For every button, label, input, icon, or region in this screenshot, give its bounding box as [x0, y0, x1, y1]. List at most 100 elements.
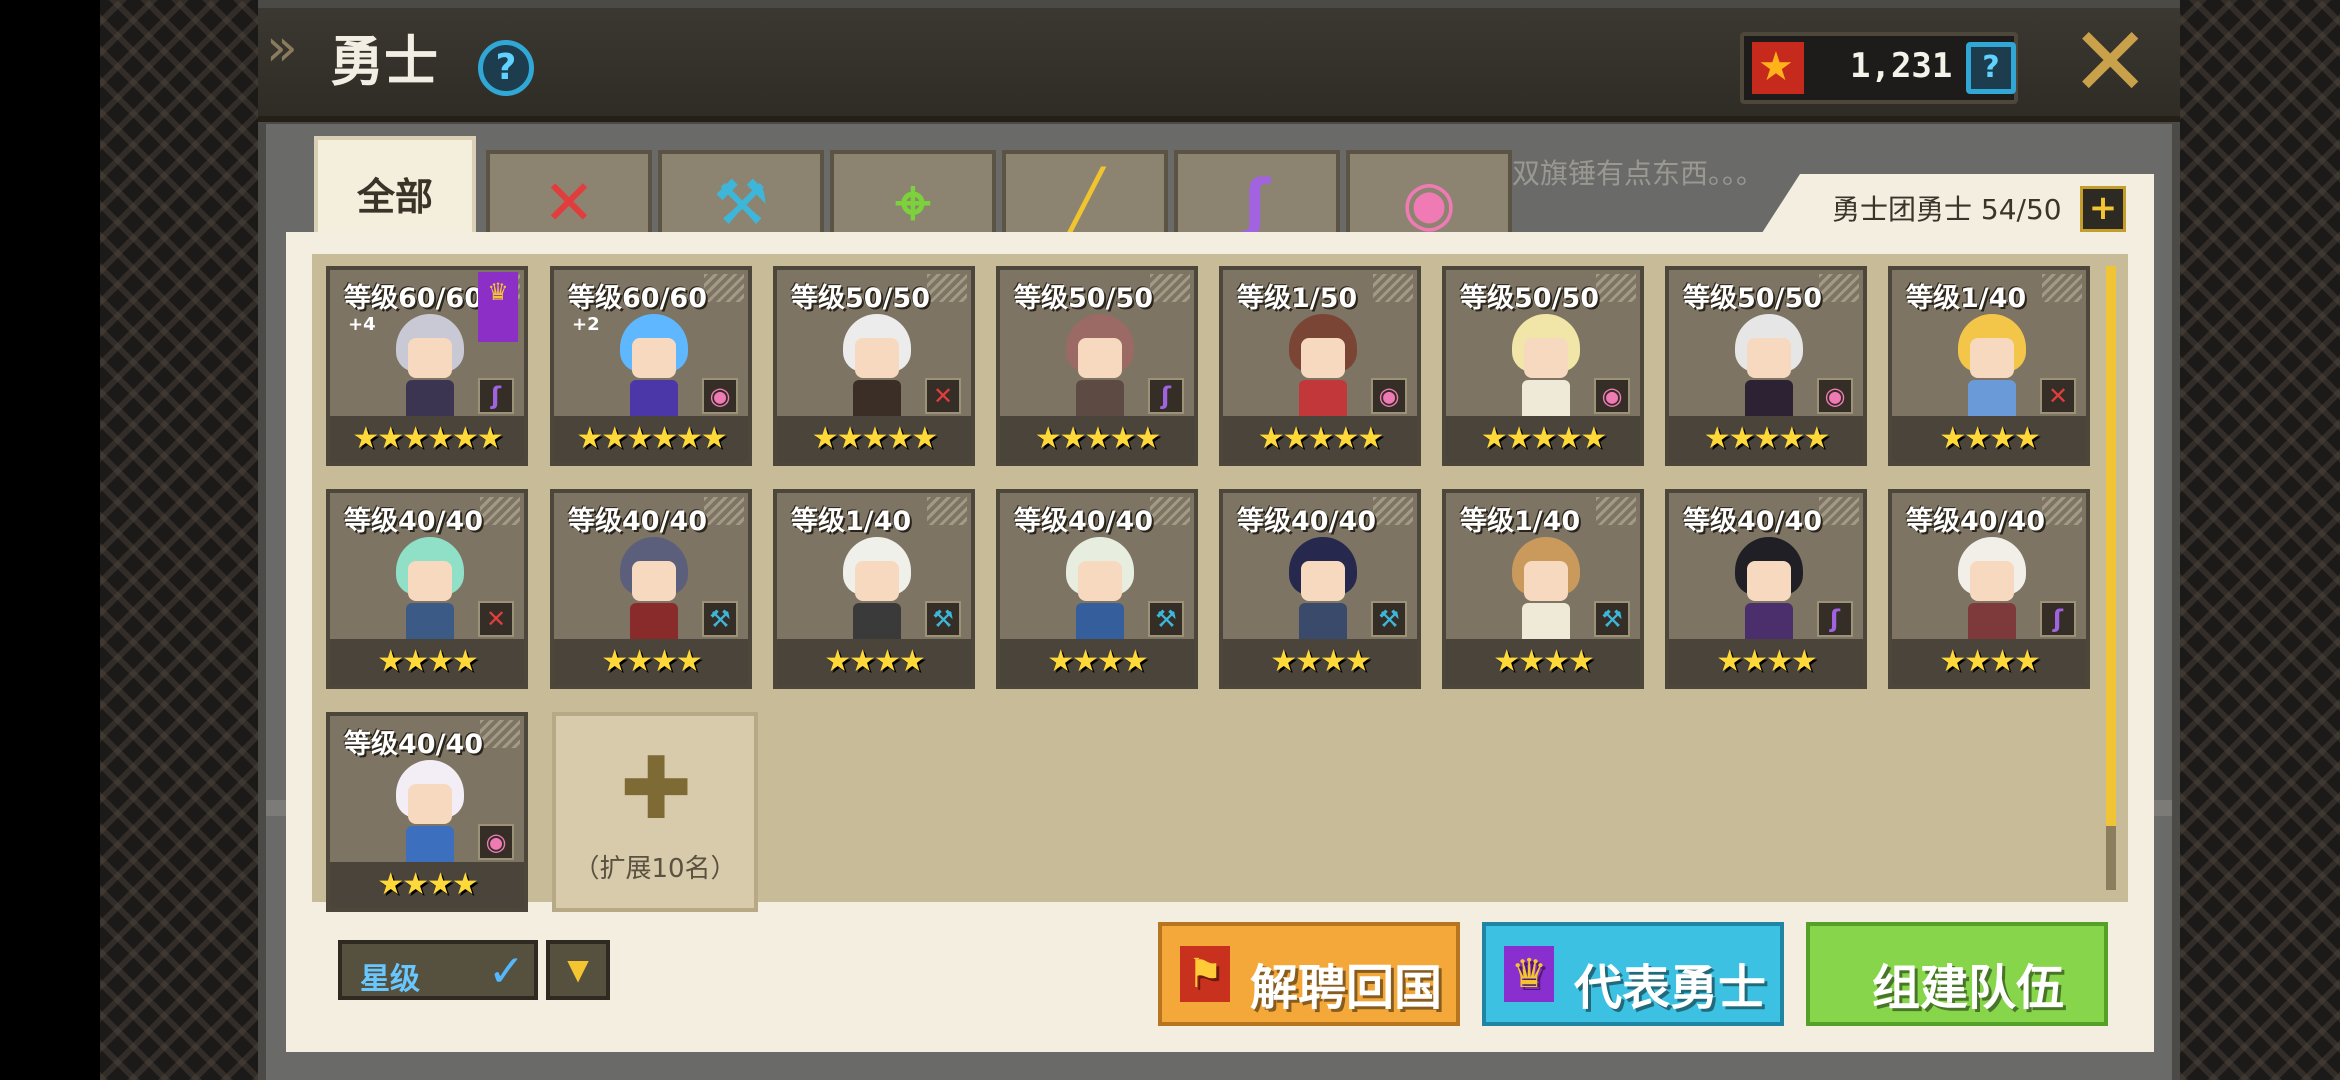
hero-card[interactable]: 等级1/40 ⚒ ★★★★: [773, 489, 975, 689]
hero-card[interactable]: 等级60/60 +2 ◉ ★★★★★★: [550, 266, 752, 466]
hero-card[interactable]: 等级40/40 ⚒ ★★★★: [996, 489, 1198, 689]
card-corner-decor: [2042, 274, 2082, 302]
hero-card[interactable]: 等级50/50 ✕ ★★★★★: [773, 266, 975, 466]
hero-card[interactable]: 等级40/40 ◉ ★★★★: [326, 712, 528, 912]
hero-card[interactable]: 等级1/40 ⚒ ★★★★: [1442, 489, 1644, 689]
hero-portrait: [390, 760, 470, 872]
card-corner-decor: [1819, 497, 1859, 525]
weapon-type-icon: ◉: [1594, 378, 1630, 414]
weapon-type-icon: ✕: [2040, 378, 2076, 414]
tab-staff[interactable]: ʃ: [1174, 150, 1340, 240]
hero-stars: ★★★★★★: [554, 416, 748, 462]
expand-slot-button[interactable]: ✚ （扩展10名）: [552, 712, 758, 912]
hero-level: 等级1/50: [1237, 283, 1358, 314]
tab-hammer[interactable]: ⚒: [658, 150, 824, 240]
left-decor: [100, 0, 260, 1080]
team-button[interactable]: 组建队伍: [1806, 922, 2108, 1026]
hero-level: 等级1/40: [1906, 283, 2027, 314]
hero-level: 等级40/40: [568, 506, 708, 537]
sort-select[interactable]: 星级 ✓: [338, 940, 538, 1000]
hero-portrait: [1729, 314, 1809, 426]
hero-stars: ★★★★: [1000, 639, 1194, 685]
dismiss-button[interactable]: ⚑ 解聘回国: [1158, 922, 1460, 1026]
weapon-type-icon: ʃ: [1148, 378, 1184, 414]
hero-card[interactable]: 等级60/60 +4 ♛ ʃ ★★★★★★: [326, 266, 528, 466]
weapon-type-icon: ʃ: [478, 378, 514, 414]
hero-level: 等级50/50: [1460, 283, 1600, 314]
weapon-type-icon: ◉: [1817, 378, 1853, 414]
hero-card[interactable]: 等级40/40 ʃ ★★★★: [1888, 489, 2090, 689]
expand-roster-button[interactable]: +: [2080, 186, 2126, 232]
team-label: 组建队伍: [1872, 960, 2065, 1016]
hero-stars: ★★★★: [330, 862, 524, 908]
gun-icon: ╱: [1066, 166, 1104, 239]
close-button[interactable]: ✕: [2070, 14, 2150, 110]
card-corner-decor: [1596, 497, 1636, 525]
hero-card[interactable]: 等级40/40 ʃ ★★★★: [1665, 489, 1867, 689]
hero-portrait: [837, 314, 917, 426]
bow-icon: ⌖: [895, 166, 931, 239]
hero-portrait: [1060, 314, 1140, 426]
hero-stars: ★★★★: [554, 639, 748, 685]
weapon-type-icon: ⚒: [925, 601, 961, 637]
hero-card[interactable]: 等级1/40 ✕ ★★★★: [1888, 266, 2090, 466]
hero-stars: ★★★★: [1669, 639, 1863, 685]
hero-card[interactable]: 等级40/40 ⚒ ★★★★: [550, 489, 752, 689]
hammer-icon: ⚒: [713, 166, 769, 239]
hero-level: 等级1/40: [1460, 506, 1581, 537]
representative-label: 代表勇士: [1574, 960, 1767, 1016]
header-arrow-icon: »: [266, 18, 298, 78]
hero-card[interactable]: 等级50/50 ʃ ★★★★★: [996, 266, 1198, 466]
scrollbar-thumb[interactable]: [2106, 266, 2116, 826]
tab-gun[interactable]: ╱: [1002, 150, 1168, 240]
hero-portrait: [390, 314, 470, 426]
hero-stars: ★★★★: [1892, 416, 2086, 462]
tab-sword[interactable]: ✕: [486, 150, 652, 240]
weapon-type-icon: ✕: [925, 378, 961, 414]
hero-card[interactable]: 等级1/50 ◉ ★★★★★: [1219, 266, 1421, 466]
tab-all[interactable]: 全部: [314, 136, 476, 244]
hero-level: 等级40/40: [344, 729, 484, 760]
right-decor: [2180, 0, 2340, 1080]
hero-stars: ★★★★★★: [330, 416, 524, 462]
hero-card[interactable]: 等级50/50 ◉ ★★★★★: [1665, 266, 1867, 466]
hero-level: 等级50/50: [1683, 283, 1823, 314]
sort-dropdown-button[interactable]: ▼: [546, 940, 610, 1000]
weapon-type-icon: ⚒: [1148, 601, 1184, 637]
weapon-type-icon: ⚒: [1371, 601, 1407, 637]
card-corner-decor: [2042, 497, 2082, 525]
tab-orb[interactable]: ◉: [1346, 150, 1512, 240]
card-corner-decor: [1373, 497, 1413, 525]
banner-icon: ♛: [1504, 946, 1554, 1002]
hero-level: 等级40/40: [1237, 506, 1377, 537]
hero-level: 等级40/40: [1014, 506, 1154, 537]
hero-card[interactable]: 等级40/40 ⚒ ★★★★: [1219, 489, 1421, 689]
medal-icon: [1752, 42, 1804, 94]
representative-button[interactable]: ♛ 代表勇士: [1482, 922, 1784, 1026]
flag-icon: ⚑: [1180, 946, 1230, 1002]
hero-stars: ★★★★★: [1669, 416, 1863, 462]
hero-level: 等级60/60: [344, 283, 484, 314]
currency-value: 1,231: [1850, 46, 1953, 86]
hero-stars: ★★★★★: [1000, 416, 1194, 462]
hero-portrait: [614, 537, 694, 649]
card-corner-decor: [1819, 274, 1859, 302]
hero-portrait: [1283, 537, 1363, 649]
help-icon[interactable]: ?: [478, 40, 534, 96]
card-corner-decor: [1150, 497, 1190, 525]
hero-portrait: [1506, 314, 1586, 426]
weapon-type-icon: ◉: [478, 824, 514, 860]
card-corner-decor: [927, 497, 967, 525]
hero-level: 等级40/40: [1683, 506, 1823, 537]
roster-count: 勇士团勇士 54/50: [1832, 193, 2062, 226]
hero-portrait: [1952, 314, 2032, 426]
weapon-type-icon: ⚒: [702, 601, 738, 637]
card-corner-decor: [1373, 274, 1413, 302]
weapon-type-icon: ʃ: [2040, 601, 2076, 637]
hero-card[interactable]: 等级50/50 ◉ ★★★★★: [1442, 266, 1644, 466]
currency-help-icon[interactable]: ?: [1966, 42, 2016, 94]
hero-card[interactable]: 等级40/40 ✕ ★★★★: [326, 489, 528, 689]
hero-portrait: [837, 537, 917, 649]
tab-bow[interactable]: ⌖: [830, 150, 996, 240]
card-corner-decor: [927, 274, 967, 302]
